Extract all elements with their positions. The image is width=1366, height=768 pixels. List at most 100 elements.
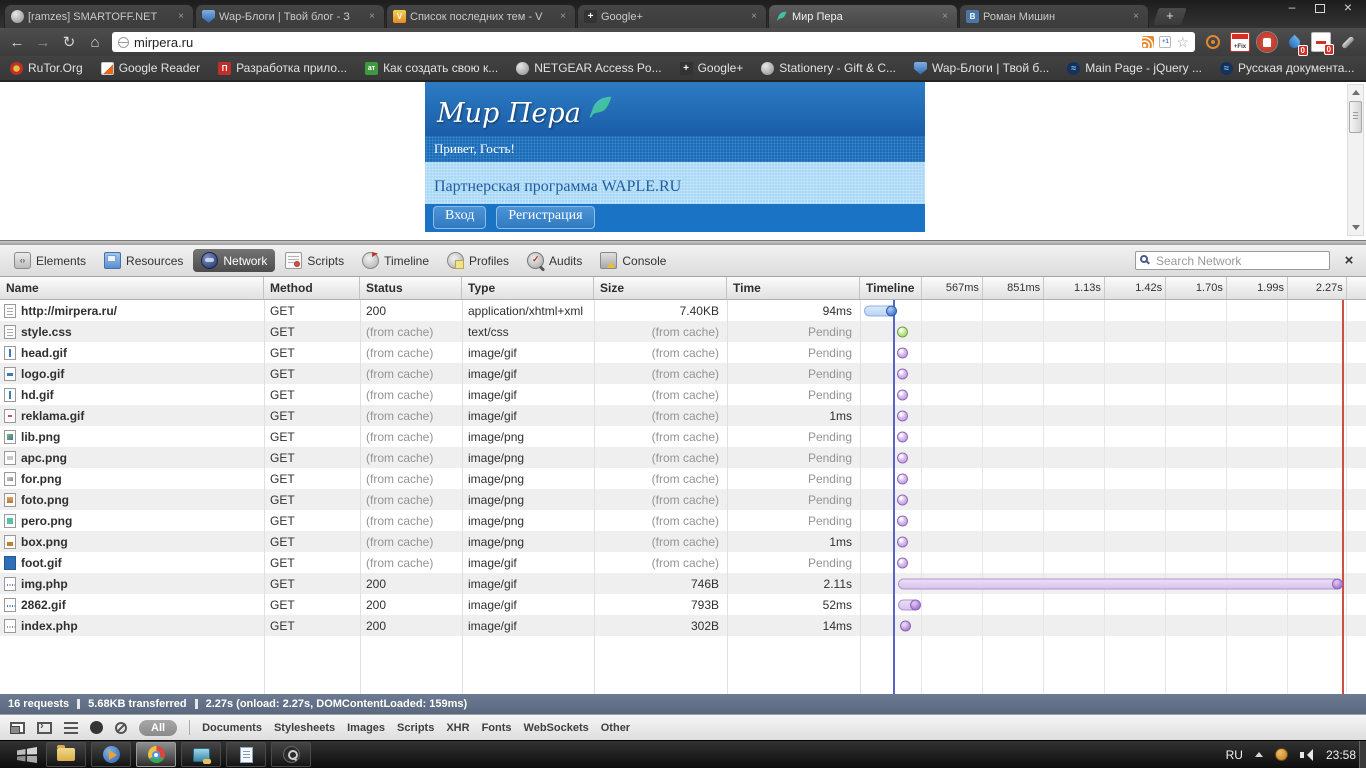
wrench-icon[interactable] [1338, 32, 1358, 52]
network-request-row[interactable]: apc.png GET (from cache) image/png (from cac… [0, 447, 1366, 468]
network-request-row[interactable]: foot.gif GET (from cache) image/gif (from ca… [0, 552, 1366, 573]
filter-other[interactable]: Other [601, 722, 630, 734]
filter-all[interactable]: All [139, 719, 178, 736]
network-request-row[interactable]: index.php GET 200 image/gif 302B 14ms [0, 615, 1366, 636]
close-button[interactable] [1334, 0, 1362, 16]
tab-close-icon[interactable] [1130, 11, 1142, 23]
network-request-row[interactable]: img.php GET 200 image/gif 746B 2.11s [0, 573, 1366, 594]
devtools-tab-timeline[interactable]: Timeline [354, 249, 437, 272]
dock-side-icon[interactable] [10, 721, 25, 734]
radar-icon[interactable] [1203, 32, 1223, 52]
reload-button[interactable]: ↻ [60, 35, 78, 50]
taskbar-app-media-player-icon[interactable] [91, 742, 131, 767]
plus-one-icon[interactable] [1159, 36, 1172, 48]
devtools-tab-console[interactable]: Console [592, 249, 674, 272]
taskbar-app-tb-search-icon[interactable] [271, 742, 311, 767]
volume-icon[interactable] [1299, 748, 1314, 761]
filter-scripts[interactable]: Scripts [397, 722, 434, 734]
taskbar-app-remote-icon[interactable] [181, 742, 221, 767]
language-indicator[interactable]: RU [1226, 748, 1243, 762]
start-button[interactable] [8, 742, 46, 768]
partner-link[interactable]: Партнерская программа WAPLE.RU [425, 162, 925, 204]
column-header-size[interactable]: Size [594, 277, 727, 299]
network-request-row[interactable]: head.gif GET (from cache) image/gif (from ca… [0, 342, 1366, 363]
address-bar[interactable]: mirpera.ru [112, 32, 1195, 52]
fix-icon[interactable] [1230, 32, 1250, 52]
home-button[interactable]: ⌂ [86, 35, 104, 50]
filter-xhr[interactable]: XHR [446, 722, 469, 734]
devtools-tab-elements[interactable]: Elements [6, 249, 94, 272]
tray-expand-icon[interactable] [1254, 748, 1263, 757]
scroll-down-button[interactable] [1348, 220, 1363, 235]
browser-tab[interactable]: В Роман Мишин [959, 4, 1149, 28]
rss-icon[interactable] [1142, 36, 1155, 48]
minus-icon[interactable]: 0 [1311, 32, 1334, 55]
taskbar-app-notepad-icon[interactable] [226, 742, 266, 767]
devtools-tab-profiles[interactable]: Profiles [439, 249, 517, 272]
record-icon[interactable] [90, 721, 103, 734]
bookmark-item[interactable]: ≈ Русская документа... [1220, 61, 1354, 75]
restore-button[interactable] [1306, 0, 1334, 16]
browser-tab[interactable]: Wap-Блоги | Твой блог - З [195, 4, 385, 28]
login-button[interactable]: Вход [433, 206, 487, 229]
register-button[interactable]: Регистрация [496, 206, 595, 229]
clock[interactable]: 23:58 [1326, 748, 1356, 762]
tab-close-icon[interactable] [557, 11, 569, 23]
back-button[interactable]: ← [8, 35, 26, 50]
stop-icon[interactable] [1257, 32, 1277, 52]
show-desktop-button[interactable] [1359, 741, 1366, 768]
browser-tab[interactable]: Мир Пера [768, 4, 958, 28]
bookmark-item[interactable]: Wap-Блоги | Твой б... [914, 61, 1049, 75]
scroll-up-button[interactable] [1348, 85, 1363, 100]
bookmark-item[interactable]: Stationery - Gift & C... [761, 61, 896, 75]
devtools-tab-resources[interactable]: Resources [96, 249, 191, 272]
filter-images[interactable]: Images [347, 722, 385, 734]
bookmark-item[interactable]: + Google+ [679, 61, 743, 75]
bookmark-star-icon[interactable] [1176, 35, 1189, 49]
page-scrollbar[interactable] [1347, 84, 1364, 236]
devtools-tab-scripts[interactable]: Scripts [277, 249, 352, 272]
column-header-type[interactable]: Type [462, 277, 594, 299]
network-request-row[interactable]: pero.png GET (from cache) image/png (from ca… [0, 510, 1366, 531]
forward-button[interactable]: → [34, 35, 52, 50]
bookmark-item[interactable]: ≈ Main Page - jQuery ... [1067, 61, 1202, 75]
browser-tab[interactable]: + Google+ [577, 4, 767, 28]
column-header-time[interactable]: Time [727, 277, 860, 299]
network-request-row[interactable]: style.css GET (from cache) text/css (from ca… [0, 321, 1366, 342]
network-request-row[interactable]: http://mirpera.ru/GET 200 application/xhtm… [0, 300, 1366, 321]
network-request-row[interactable]: reklama.gif GET (from cache) image/gif (from… [0, 405, 1366, 426]
tab-close-icon[interactable] [939, 11, 951, 23]
filter-documents[interactable]: Documents [202, 722, 262, 734]
filter-stylesheets[interactable]: Stylesheets [274, 722, 335, 734]
filter-fonts[interactable]: Fonts [482, 722, 512, 734]
devtools-close-icon[interactable] [1338, 252, 1360, 269]
network-request-row[interactable]: for.png GET (from cache) image/png (from cac… [0, 468, 1366, 489]
new-tab-button[interactable] [1153, 8, 1187, 25]
tab-close-icon[interactable] [748, 11, 760, 23]
taskbar-app-chrome-icon[interactable] [136, 742, 176, 767]
network-request-row[interactable]: foto.png GET (from cache) image/png (from ca… [0, 489, 1366, 510]
column-header-name[interactable]: Name [0, 277, 264, 299]
network-request-row[interactable]: hd.gif GET (from cache) image/gif (from cach… [0, 384, 1366, 405]
browser-tab[interactable]: V Список последних тем - V [386, 4, 576, 28]
bookmark-item[interactable]: П Разработка прило... [218, 61, 347, 75]
tab-close-icon[interactable] [175, 11, 187, 23]
network-request-row[interactable]: lib.png GET (from cache) image/png (from cac… [0, 426, 1366, 447]
tray-app-icon[interactable] [1274, 748, 1288, 761]
network-request-row[interactable]: box.png GET (from cache) image/png (from cac… [0, 531, 1366, 552]
network-search-input[interactable] [1135, 251, 1330, 270]
console-drawer-icon[interactable] [37, 720, 52, 734]
tab-close-icon[interactable] [366, 11, 378, 23]
bookmark-item[interactable]: NETGEAR Access Po... [516, 61, 662, 75]
scrollbar-thumb[interactable] [1349, 101, 1362, 133]
column-header-method[interactable]: Method [264, 277, 360, 299]
devtools-tab-audits[interactable]: Audits [519, 249, 590, 272]
column-header-status[interactable]: Status [360, 277, 462, 299]
network-request-row[interactable]: logo.gif GET (from cache) image/gif (from ca… [0, 363, 1366, 384]
bookmark-item[interactable]: Google Reader [100, 61, 200, 75]
bookmark-item[interactable]: ат Как создать свою к... [365, 61, 498, 75]
clear-icon[interactable] [115, 721, 127, 734]
bookmark-item[interactable]: RuTor.Org [10, 61, 83, 75]
browser-tab[interactable]: [ramzes] SMARTOFF.NET [4, 4, 194, 28]
network-request-row[interactable]: 2862.gif GET 200 image/gif 793B 52ms [0, 594, 1366, 615]
